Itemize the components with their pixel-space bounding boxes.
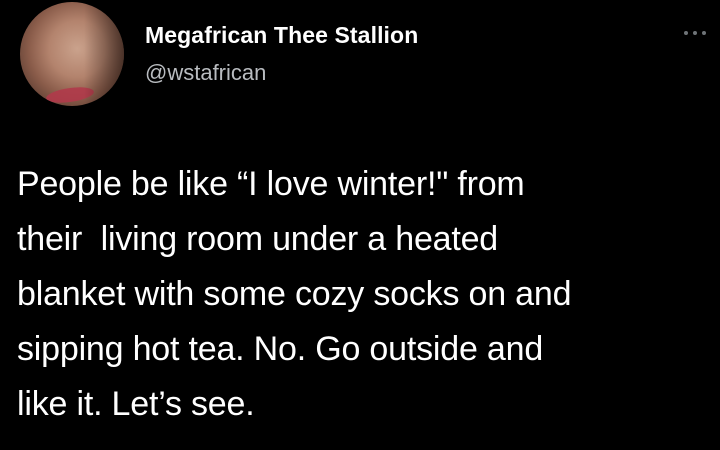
more-dot: [684, 31, 688, 35]
tweet-text-line: People be like “I love winter!" from: [17, 165, 525, 203]
more-dot: [693, 31, 697, 35]
tweet-text-line: their living room under a heated: [17, 220, 499, 258]
tweet-body: People be like “I love winter!" from the…: [17, 157, 717, 432]
avatar[interactable]: [20, 2, 124, 106]
more-dot: [702, 31, 706, 35]
author-handle[interactable]: @wstafrican: [145, 60, 266, 86]
author-display-name[interactable]: Megafrican Thee Stallion: [145, 22, 418, 49]
more-options-icon[interactable]: [684, 28, 706, 38]
tweet-text-line: sipping hot tea. No. Go outside and: [17, 330, 544, 368]
tweet-text-line: like it. Let’s see.: [17, 385, 255, 423]
avatar-shading: [84, 2, 124, 106]
tweet-card: Megafrican Thee Stallion @wstafrican Peo…: [0, 0, 720, 450]
tweet-text-line: blanket with some cozy socks on and: [17, 275, 572, 313]
